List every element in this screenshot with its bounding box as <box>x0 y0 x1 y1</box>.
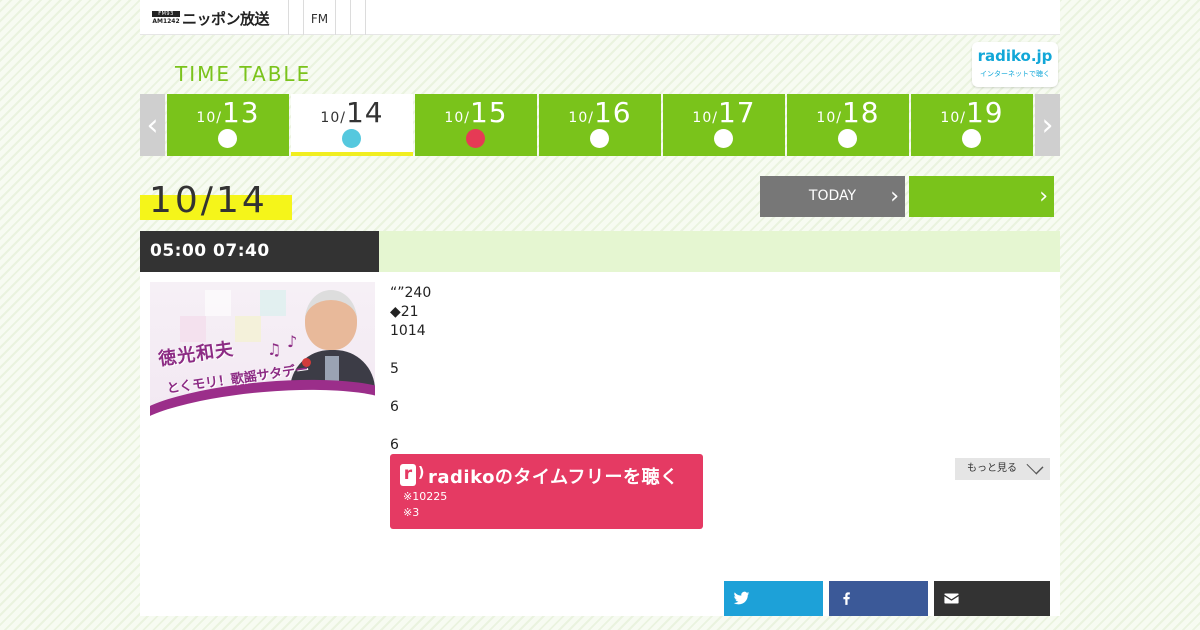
tab-month: 10/ <box>940 110 966 126</box>
next-week-button[interactable]: › <box>1035 94 1060 156</box>
selected-date-heading: 10/14 <box>140 176 292 221</box>
day-tab-17[interactable]: 10/17 <box>663 94 785 156</box>
day-indicator-dot <box>838 129 857 148</box>
host-photo-head <box>305 290 357 350</box>
station-name: ニッポン放送 <box>182 9 270 28</box>
mail-icon <box>944 593 959 604</box>
share-mail-button[interactable] <box>934 581 1050 616</box>
radiko-button-label: radikoのタイムフリーを聴く <box>428 467 679 488</box>
radiko-note: ※10225 <box>403 490 448 503</box>
program-detail: ♫ ♪ 徳光和夫 とくモリ！歌謡サタデー “”240 ◆21 1014 5 6 … <box>140 272 1060 616</box>
chevron-right-icon: › <box>1039 184 1048 209</box>
divider <box>350 0 351 35</box>
program-time: 05:00 07:40 <box>140 231 379 272</box>
tab-day: 18 <box>841 96 880 129</box>
chevron-left-icon: ‹ <box>146 107 159 143</box>
day-tab-15[interactable]: 10/15 <box>415 94 537 156</box>
day-tab-19[interactable]: 10/19 <box>911 94 1033 156</box>
tab-month: 10/ <box>692 110 718 126</box>
today-label: TODAY <box>808 188 857 204</box>
chevron-down-icon <box>1026 457 1044 475</box>
chevron-right-icon: › <box>1041 107 1054 143</box>
program-thumbnail[interactable]: ♫ ♪ 徳光和夫 とくモリ！歌謡サタデー <box>150 282 375 422</box>
selected-date: 10/14 <box>149 180 268 221</box>
deco-square <box>205 290 231 316</box>
badge-am: AM1242 <box>152 18 180 25</box>
tab-month: 10/ <box>444 110 470 126</box>
divider <box>288 0 289 35</box>
frequency-badge: FM93 AM1242 <box>152 11 180 25</box>
tab-month: 10/ <box>196 110 222 126</box>
today-button[interactable]: TODAY › <box>760 176 905 217</box>
radiko-banner[interactable]: radiko.jp インターネットで聴く <box>972 42 1058 87</box>
prev-week-button[interactable]: ‹ <box>140 94 165 156</box>
tab-day: 15 <box>469 96 508 129</box>
facebook-icon <box>843 592 850 605</box>
deco-square <box>235 316 261 342</box>
day-indicator-dot <box>466 129 485 148</box>
day-tab-13[interactable]: 10/13 <box>167 94 289 156</box>
tab-day: 17 <box>717 96 756 129</box>
station-logo[interactable]: FM93 AM1242 ニッポン放送 <box>152 8 270 28</box>
tab-month: 10/ <box>320 110 346 126</box>
twitter-icon <box>733 591 750 605</box>
day-indicator-dot <box>590 129 609 148</box>
radio-waves-icon: ) <box>418 465 425 481</box>
divider <box>365 0 366 35</box>
music-note-icon: ♪ <box>287 332 298 351</box>
timetable-title: TIME TABLE <box>175 62 312 86</box>
tab-month: 10/ <box>816 110 842 126</box>
tab-month: 10/ <box>568 110 594 126</box>
day-indicator-dot <box>714 129 733 148</box>
tab-day: 16 <box>593 96 632 129</box>
nav-fm-link[interactable]: FM <box>304 0 335 35</box>
see-more-button[interactable]: もっと見る <box>955 457 1050 480</box>
radiko-timefree-button[interactable]: r ) radikoのタイムフリーを聴く ※10225 ※3 <box>390 454 703 529</box>
share-twitter-button[interactable] <box>724 581 823 616</box>
day-indicator-dot <box>962 129 981 148</box>
thumbnail-title: 徳光和夫 <box>157 338 236 371</box>
day-indicator-dot <box>342 129 361 148</box>
program-description: “”240 ◆21 1014 5 6 6 <box>390 285 432 453</box>
day-tab-14[interactable]: 10/14 <box>291 94 413 156</box>
deco-square <box>260 290 286 316</box>
music-note-icon: ♫ <box>267 340 282 359</box>
radiko-note: ※3 <box>403 506 420 519</box>
day-indicator-dot <box>218 129 237 148</box>
day-tab-18[interactable]: 10/18 <box>787 94 909 156</box>
chevron-right-icon: › <box>890 184 899 209</box>
day-tab-16[interactable]: 10/16 <box>539 94 661 156</box>
site-header: FM93 AM1242 ニッポン放送 FM <box>140 0 1060 35</box>
tab-day: 14 <box>345 96 384 129</box>
tab-day: 13 <box>221 96 260 129</box>
radiko-banner-logo: radiko.jp <box>977 47 1053 65</box>
radiko-banner-sub: インターネットで聴く <box>980 70 1050 78</box>
share-facebook-button[interactable] <box>829 581 928 616</box>
radiko-icon: r <box>400 464 416 486</box>
program-title-bar <box>379 231 1060 272</box>
see-more-label: もっと見る <box>967 463 1017 474</box>
tab-day: 19 <box>965 96 1004 129</box>
next-button[interactable]: › <box>909 176 1054 217</box>
divider <box>335 0 336 35</box>
badge-fm: FM93 <box>152 11 180 17</box>
